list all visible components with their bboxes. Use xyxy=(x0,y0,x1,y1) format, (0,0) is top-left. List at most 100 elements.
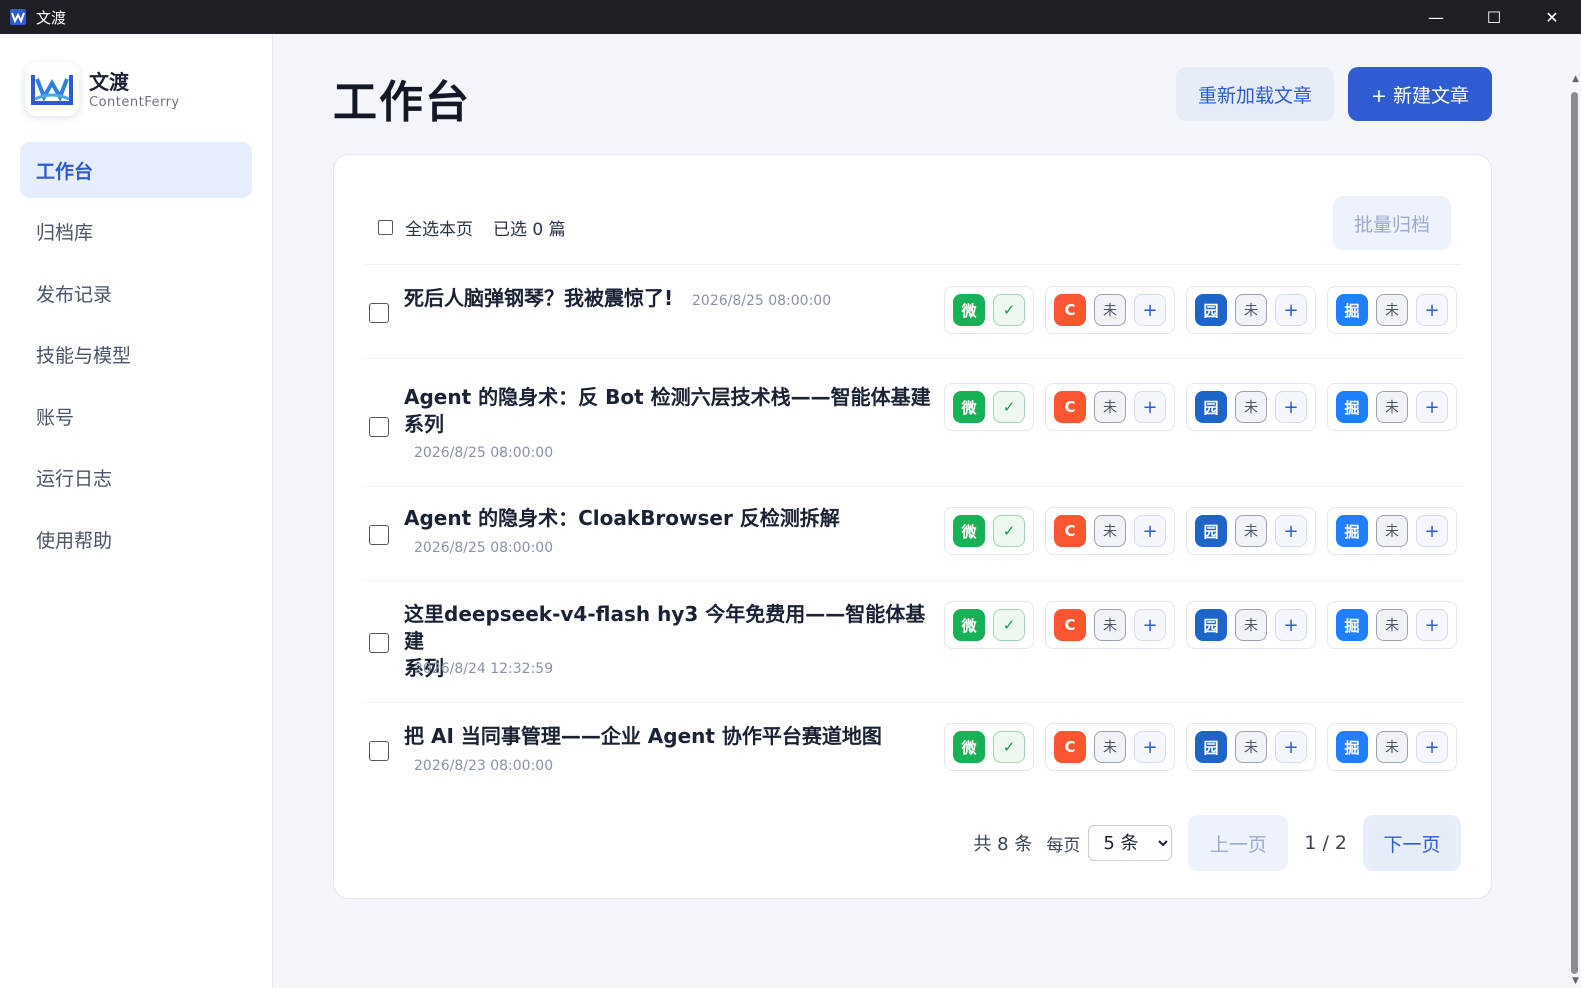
unpublished-badge[interactable]: 未 xyxy=(1235,515,1267,547)
app-icon xyxy=(10,9,26,25)
unpublished-badge[interactable]: 未 xyxy=(1376,515,1408,547)
add-publish-button[interactable]: + xyxy=(1416,609,1448,641)
sidebar-item-workbench[interactable]: 工作台 xyxy=(20,142,252,198)
unpublished-badge[interactable]: 未 xyxy=(1094,294,1126,326)
wechat-platform-icon: 微 xyxy=(953,731,985,763)
batch-archive-button[interactable]: 批量归档 xyxy=(1333,196,1451,250)
unpublished-badge[interactable]: 未 xyxy=(1376,391,1408,423)
title-bar: 文渡 — ☐ ✕ xyxy=(0,0,1581,34)
published-check-icon[interactable]: ✓ xyxy=(993,731,1025,763)
juejin-platform-icon: 掘 xyxy=(1336,391,1368,423)
row-checkbox[interactable] xyxy=(369,525,389,545)
ferry-logo-icon xyxy=(31,75,73,105)
select-all-label[interactable]: 全选本页 xyxy=(405,215,473,240)
article-row: 这里deepseek-v4-flash hy3 今年免费用——智能体基建 系列 … xyxy=(364,581,1463,703)
article-date: 2026/8/23 08:00:00 xyxy=(414,758,554,774)
juejin-publish-group: 掘 未 + xyxy=(1327,507,1457,555)
window-title: 文渡 xyxy=(36,8,67,27)
published-check-icon[interactable]: ✓ xyxy=(993,609,1025,641)
add-publish-button[interactable]: + xyxy=(1134,391,1166,423)
add-publish-button[interactable]: + xyxy=(1416,731,1448,763)
scroll-down-icon[interactable]: ▼ xyxy=(1572,976,1579,986)
unpublished-badge[interactable]: 未 xyxy=(1094,731,1126,763)
maximize-button[interactable]: ☐ xyxy=(1465,0,1523,34)
wechat-platform-icon: 微 xyxy=(953,609,985,641)
article-row: Agent 的隐身术：反 Bot 检测六层技术栈——智能体基建 系列 2026/… xyxy=(364,359,1463,487)
wechat-publish-group: 微 ✓ xyxy=(944,383,1034,431)
add-publish-button[interactable]: + xyxy=(1275,391,1307,423)
article-title[interactable]: 死后人脑弹钢琴？我被震惊了! xyxy=(404,285,673,312)
row-checkbox[interactable] xyxy=(369,417,389,437)
new-article-button[interactable]: + 新建文章 xyxy=(1348,67,1492,121)
unpublished-badge[interactable]: 未 xyxy=(1235,391,1267,423)
row-checkbox[interactable] xyxy=(369,633,389,653)
reload-articles-button[interactable]: 重新加载文章 xyxy=(1176,67,1334,121)
published-check-icon[interactable]: ✓ xyxy=(993,515,1025,547)
sidebar-item-help[interactable]: 使用帮助 xyxy=(20,511,252,567)
add-publish-button[interactable]: + xyxy=(1134,515,1166,547)
prev-page-button[interactable]: 上一页 xyxy=(1188,815,1289,871)
sidebar-item-accounts[interactable]: 账号 xyxy=(20,388,252,444)
article-title-line: Agent 的隐身术：反 Bot 检测六层技术栈——智能体基建 xyxy=(404,385,931,409)
add-publish-button[interactable]: + xyxy=(1416,515,1448,547)
sidebar-item-publish-records[interactable]: 发布记录 xyxy=(20,265,252,321)
csdn-publish-group: C 未 + xyxy=(1045,601,1175,649)
wechat-publish-group: 微 ✓ xyxy=(944,601,1034,649)
list-toolbar: 全选本页 已选 0 篇 批量归档 xyxy=(364,195,1461,265)
cnblogs-publish-group: 园 未 + xyxy=(1186,286,1316,334)
published-check-icon[interactable]: ✓ xyxy=(993,391,1025,423)
cnblogs-platform-icon: 园 xyxy=(1195,391,1227,423)
juejin-platform-icon: 掘 xyxy=(1336,609,1368,641)
csdn-publish-group: C 未 + xyxy=(1045,383,1175,431)
total-count: 共 8 条 xyxy=(973,834,1033,855)
article-title[interactable]: 把 AI 当同事管理——企业 Agent 协作平台赛道地图 xyxy=(404,723,882,750)
brand-name: 文渡 xyxy=(89,69,129,94)
scroll-up-icon[interactable]: ▲ xyxy=(1572,74,1579,84)
cnblogs-publish-group: 园 未 + xyxy=(1186,601,1316,649)
minimize-button[interactable]: — xyxy=(1407,0,1465,34)
unpublished-badge[interactable]: 未 xyxy=(1094,609,1126,641)
article-title[interactable]: Agent 的隐身术：反 Bot 检测六层技术栈——智能体基建 系列 xyxy=(404,384,934,438)
add-publish-button[interactable]: + xyxy=(1134,609,1166,641)
close-button[interactable]: ✕ xyxy=(1523,0,1581,34)
sidebar-nav: 工作台 归档库 发布记录 技能与模型 账号 运行日志 使用帮助 xyxy=(20,142,252,573)
add-publish-button[interactable]: + xyxy=(1134,294,1166,326)
published-check-icon[interactable]: ✓ xyxy=(993,294,1025,326)
unpublished-badge[interactable]: 未 xyxy=(1094,391,1126,423)
unpublished-badge[interactable]: 未 xyxy=(1235,609,1267,641)
juejin-platform-icon: 掘 xyxy=(1336,515,1368,547)
sidebar-item-skills-models[interactable]: 技能与模型 xyxy=(20,327,252,383)
cnblogs-publish-group: 园 未 + xyxy=(1186,507,1316,555)
row-checkbox[interactable] xyxy=(369,303,389,323)
unpublished-badge[interactable]: 未 xyxy=(1376,609,1408,641)
scrollbar[interactable]: ▲ ▼ xyxy=(1568,34,1581,988)
add-publish-button[interactable]: + xyxy=(1275,731,1307,763)
csdn-platform-icon: C xyxy=(1054,391,1086,423)
unpublished-badge[interactable]: 未 xyxy=(1376,731,1408,763)
brand: 文渡 ContentFerry xyxy=(25,62,180,116)
article-date: 2026/8/24 12:32:59 xyxy=(414,661,554,677)
add-publish-button[interactable]: + xyxy=(1275,609,1307,641)
unpublished-badge[interactable]: 未 xyxy=(1235,731,1267,763)
scrollbar-thumb[interactable] xyxy=(1571,92,1578,974)
next-page-button[interactable]: 下一页 xyxy=(1363,815,1461,871)
article-title[interactable]: Agent 的隐身术：CloakBrowser 反检测拆解 xyxy=(404,505,840,532)
brand-subtitle: ContentFerry xyxy=(89,94,180,110)
unpublished-badge[interactable]: 未 xyxy=(1376,294,1408,326)
select-all-checkbox[interactable] xyxy=(378,220,393,235)
row-checkbox[interactable] xyxy=(369,741,389,761)
csdn-publish-group: C 未 + xyxy=(1045,286,1175,334)
add-publish-button[interactable]: + xyxy=(1416,294,1448,326)
unpublished-badge[interactable]: 未 xyxy=(1235,294,1267,326)
add-publish-button[interactable]: + xyxy=(1134,731,1166,763)
sidebar-item-archive[interactable]: 归档库 xyxy=(20,204,252,260)
article-date: 2026/8/25 08:00:00 xyxy=(414,445,554,461)
add-publish-button[interactable]: + xyxy=(1416,391,1448,423)
unpublished-badge[interactable]: 未 xyxy=(1094,515,1126,547)
add-publish-button[interactable]: + xyxy=(1275,294,1307,326)
per-page-select[interactable]: 5 条 xyxy=(1088,825,1173,861)
selected-count: 已选 0 篇 xyxy=(493,220,566,240)
sidebar-item-run-logs[interactable]: 运行日志 xyxy=(20,450,252,506)
page-indicator: 1 / 2 xyxy=(1304,832,1347,854)
add-publish-button[interactable]: + xyxy=(1275,515,1307,547)
